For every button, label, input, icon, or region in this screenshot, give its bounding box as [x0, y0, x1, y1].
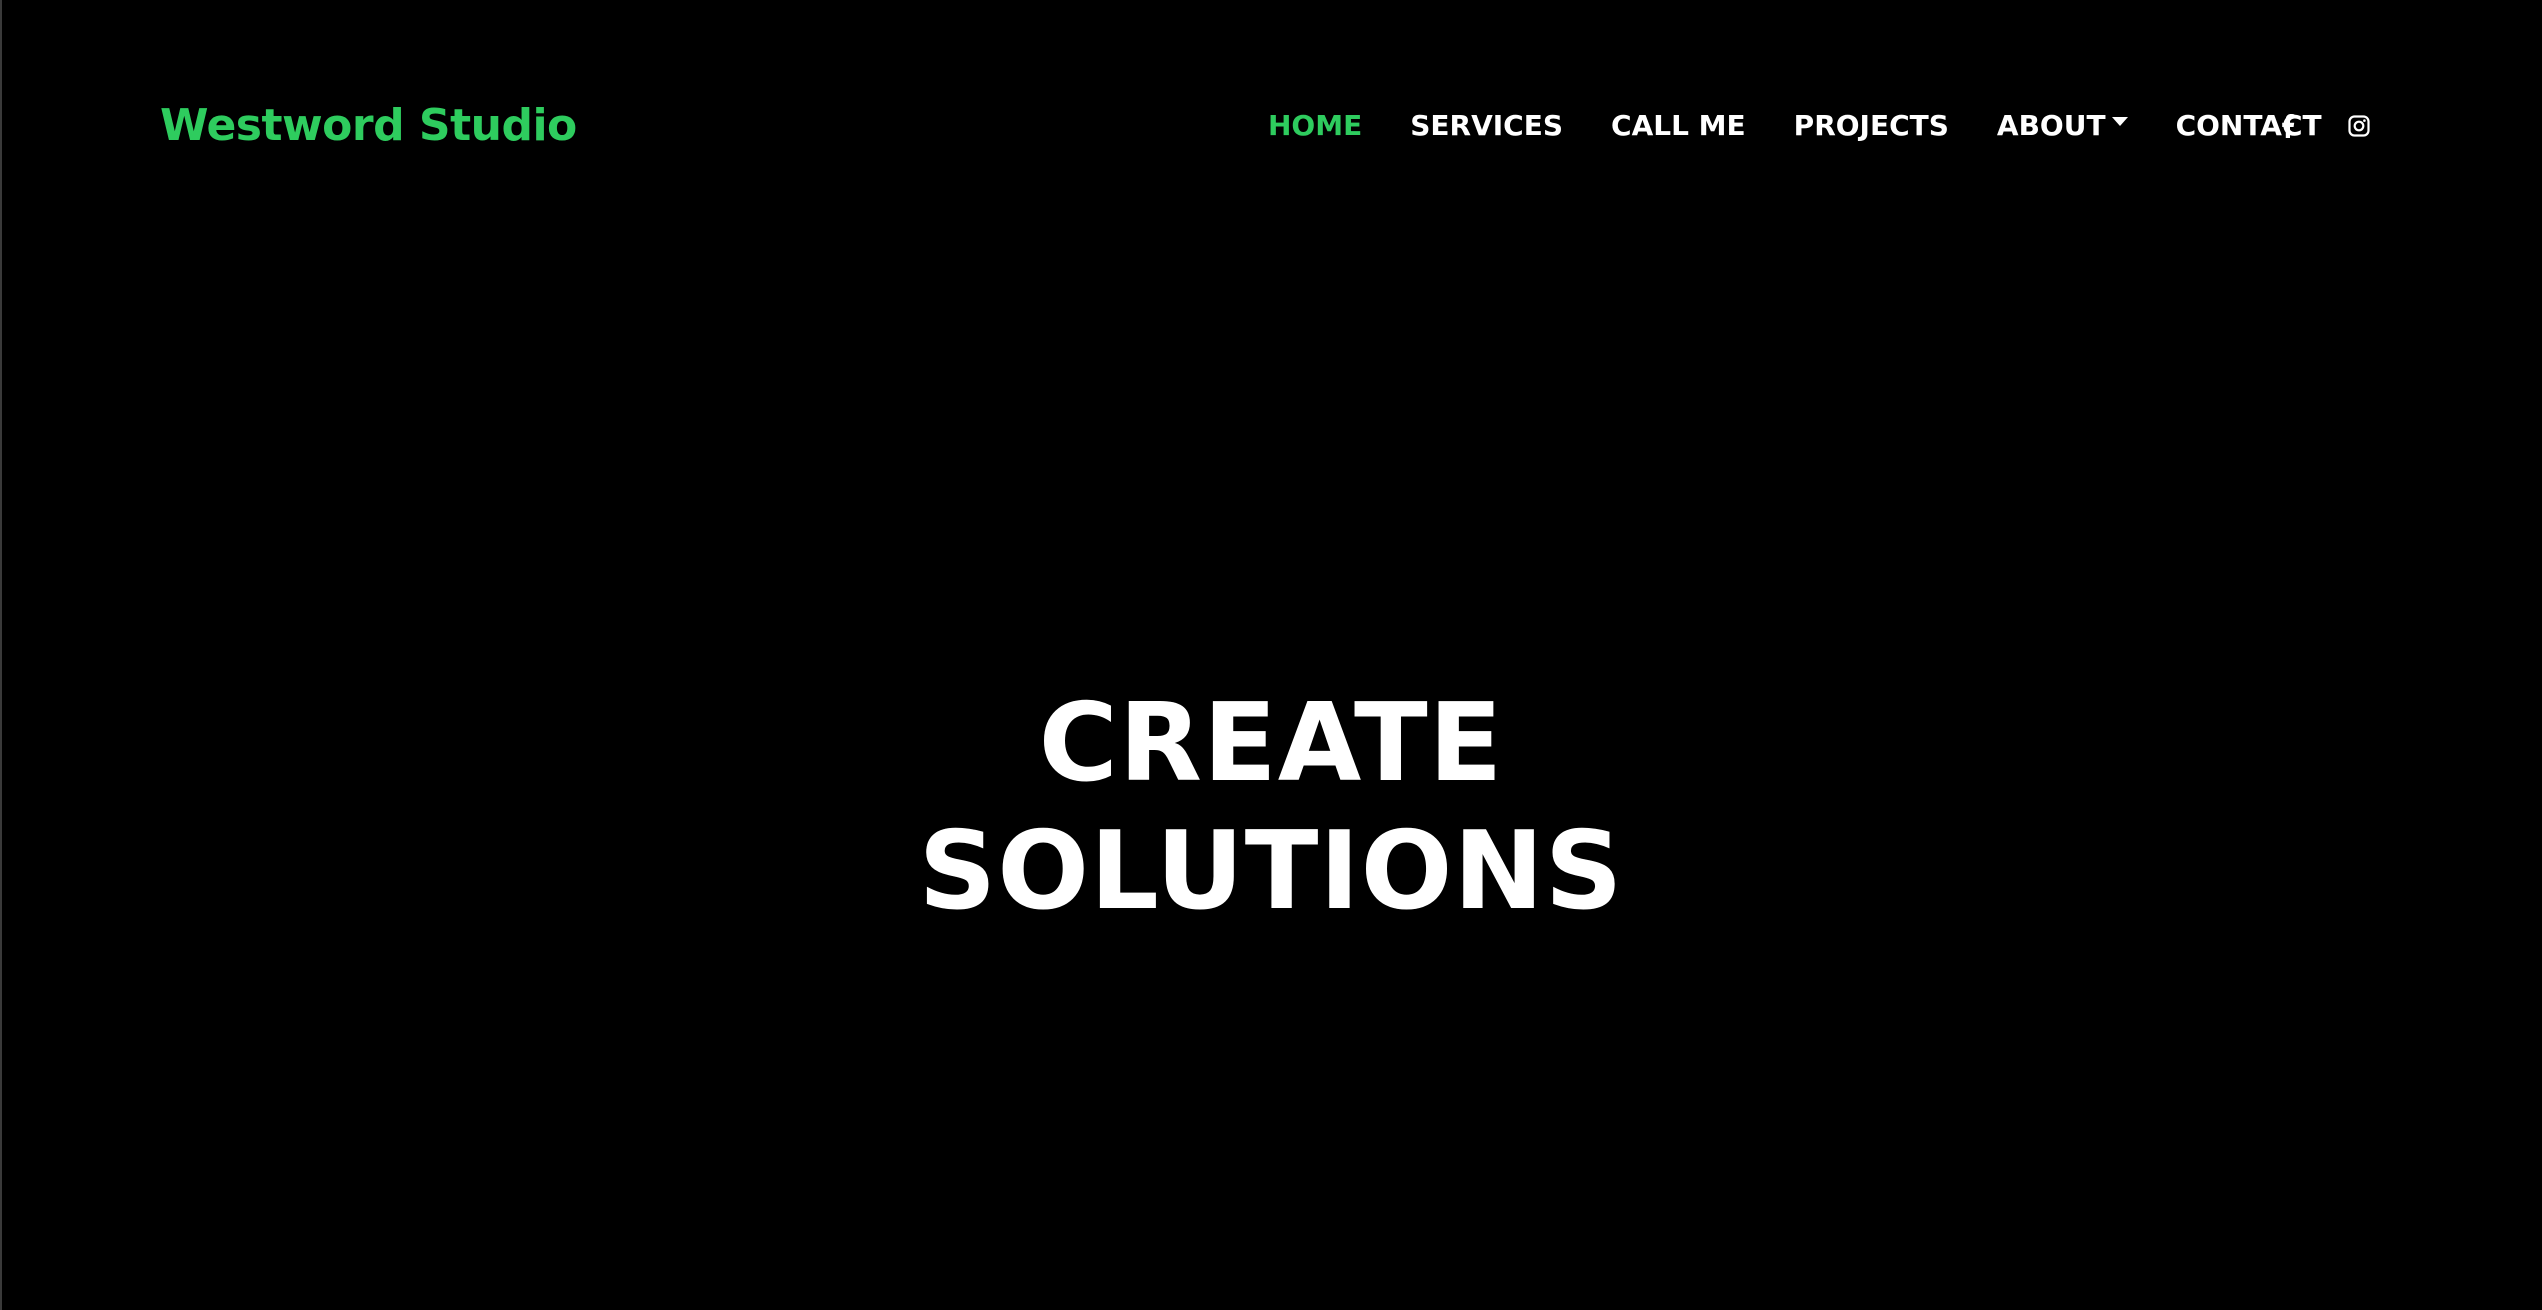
caret-down-icon	[2111, 116, 2128, 126]
facebook-icon[interactable]	[2270, 108, 2306, 144]
nav-about-dropdown[interactable]: ABOUT	[1997, 106, 2128, 146]
nav-call-me-link[interactable]: CALL ME	[1611, 106, 1746, 146]
instagram-icon[interactable]	[2341, 108, 2377, 144]
nav-about-label: ABOUT	[1996, 109, 2106, 142]
brand-logo-link[interactable]: Westword Studio	[160, 96, 577, 156]
navbar: Westword Studio HOME SERVICES CALL ME PR…	[0, 0, 2542, 250]
nav-projects-link[interactable]: PROJECTS	[1794, 106, 1949, 146]
hero-line-1: CREATE	[1038, 681, 1504, 806]
main-nav: HOME SERVICES CALL ME PROJECTS ABOUT CON…	[1268, 106, 2322, 146]
nav-services-link[interactable]: SERVICES	[1410, 106, 1563, 146]
nav-home-link[interactable]: HOME	[1268, 106, 1362, 146]
hero-heading: CREATE SOLUTIONS	[0, 680, 2542, 936]
hero-section: CREATE SOLUTIONS	[0, 680, 2542, 936]
hero-line-2: SOLUTIONS	[918, 809, 1624, 934]
